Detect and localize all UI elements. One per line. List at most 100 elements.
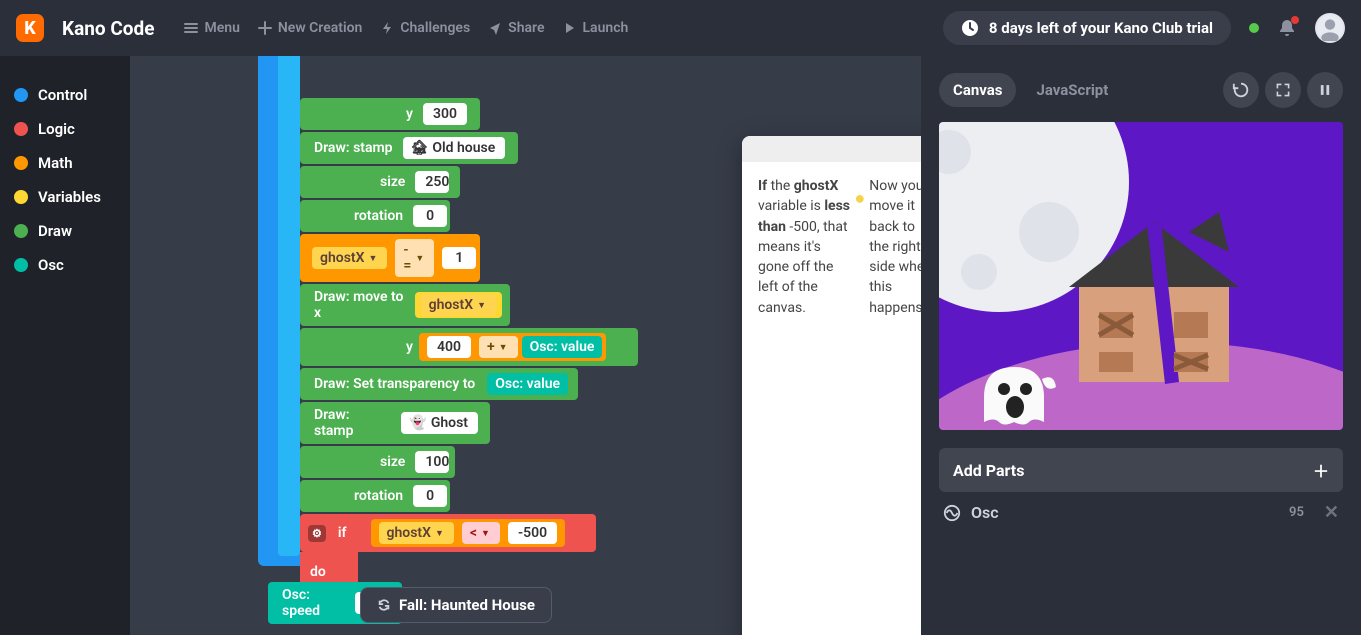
block-draw-rotation[interactable]: rotation 0: [300, 200, 450, 232]
preview-tabs: Canvas JavaScript: [939, 72, 1343, 108]
block-logic-if[interactable]: ⚙ if ghostX ▼ < ▼ -500 do: [300, 514, 596, 552]
op-plus-dropdown[interactable]: + ▼: [479, 336, 518, 358]
block-label-do: do: [310, 564, 326, 580]
sidebar-item-label: Logic: [38, 120, 75, 138]
stamp-oldhouse-dropdown[interactable]: 🏚 Old house: [403, 137, 506, 159]
category-sidebar: Control Logic Math Variables Draw Osc: [0, 56, 130, 635]
block-draw-size2[interactable]: size 100: [300, 446, 455, 478]
block-osc-value[interactable]: Osc: value: [487, 373, 568, 395]
bullet-icon: [14, 224, 28, 238]
control-cblock[interactable]: [258, 56, 300, 566]
var-ghostx-dropdown[interactable]: ghostX ▼: [379, 522, 454, 544]
tip-paragraph-1: If the ghostX variable is less than -500…: [758, 176, 854, 635]
notification-badge: [1291, 16, 1299, 24]
gear-icon[interactable]: ⚙: [308, 525, 326, 542]
tutorial-tip: If the ghostX variable is less than -500…: [742, 136, 921, 635]
bolt-icon: [380, 21, 394, 35]
block-draw-rotation2[interactable]: rotation 0: [300, 480, 450, 512]
var-ghostx-dropdown[interactable]: ghostX ▼: [421, 294, 496, 316]
canvas-preview: [939, 122, 1343, 430]
challenges-button[interactable]: Challenges: [380, 20, 470, 36]
block-draw-movetox[interactable]: Draw: move to x ghostX ▼: [300, 284, 510, 326]
sparkle-icon: [258, 21, 272, 35]
sidebar-item-label: Math: [38, 154, 73, 172]
sidebar-item-osc[interactable]: Osc: [0, 248, 130, 282]
field-one[interactable]: 1: [442, 247, 476, 269]
delete-part-button[interactable]: ✕: [1324, 502, 1339, 523]
field-y-300[interactable]: 300: [423, 103, 467, 125]
op-dropdown[interactable]: -= ▼: [395, 239, 434, 277]
clock-icon: [961, 19, 979, 37]
sidebar-item-variables[interactable]: Variables: [0, 180, 130, 214]
share-button[interactable]: Share: [488, 20, 544, 36]
block-draw-size[interactable]: size 250: [300, 166, 460, 198]
project-name-pill[interactable]: Fall: Haunted House: [360, 587, 552, 623]
field-400[interactable]: 400: [427, 336, 471, 358]
new-creation-button[interactable]: New Creation: [258, 20, 362, 36]
sidebar-item-label: Osc: [38, 256, 64, 274]
notifications-button[interactable]: [1277, 18, 1297, 38]
block-label: Draw: Set transparency to: [308, 376, 481, 392]
osc-icon: [943, 504, 961, 522]
add-parts-button[interactable]: Add Parts ＋: [939, 448, 1343, 492]
block-draw-y[interactable]: y 300: [300, 98, 480, 130]
block-osc-value[interactable]: Osc: value: [522, 336, 603, 358]
block-label: y: [400, 106, 419, 122]
field-rot-0b[interactable]: 0: [413, 485, 447, 507]
op-lt-dropdown[interactable]: < ▼: [462, 522, 500, 544]
field-rot-0[interactable]: 0: [413, 205, 447, 227]
pause-button[interactable]: [1307, 72, 1343, 108]
app-name: Kano Code: [62, 17, 154, 40]
restart-button[interactable]: [1223, 72, 1259, 108]
block-draw-y2[interactable]: y 400 + ▼ Osc: value: [300, 328, 638, 366]
app-logo: K: [16, 14, 44, 42]
sidebar-item-label: Control: [38, 86, 87, 104]
field-size-100[interactable]: 100: [415, 451, 449, 473]
connection-status-dot: [1249, 23, 1259, 33]
sidebar-item-draw[interactable]: Draw: [0, 214, 130, 248]
block-label: rotation: [348, 488, 409, 504]
slot-math-add[interactable]: 400 + ▼ Osc: value: [419, 333, 606, 361]
trial-pill[interactable]: 8 days left of your Kano Club trial: [943, 11, 1231, 45]
field-neg500[interactable]: -500: [508, 522, 557, 544]
sidebar-item-math[interactable]: Math: [0, 146, 130, 180]
launch-button[interactable]: Launch: [562, 20, 628, 36]
fullscreen-button[interactable]: [1265, 72, 1301, 108]
block-math-ghostx-dec[interactable]: ghostX ▼ -= ▼ 1: [300, 234, 480, 282]
new-creation-label: New Creation: [278, 20, 362, 36]
block-label: size: [374, 174, 411, 190]
block-label: Draw: move to x: [308, 289, 415, 321]
refresh-icon: [377, 598, 391, 612]
part-count: 95: [1289, 505, 1304, 520]
block-draw-transparency[interactable]: Draw: Set transparency to Osc: value: [300, 368, 578, 400]
hamburger-icon: [184, 21, 198, 35]
tip-paragraph-2: Now you'll move it back to the right sid…: [869, 176, 921, 635]
block-label: Osc: speed: [276, 587, 351, 619]
add-parts-label: Add Parts: [953, 461, 1024, 480]
bullet-icon: [14, 156, 28, 170]
topbar: K Kano Code Menu New Creation Challenges…: [0, 0, 1361, 56]
tab-javascript[interactable]: JavaScript: [1022, 73, 1122, 107]
menu-button[interactable]: Menu: [184, 20, 239, 36]
play-icon: [562, 21, 576, 35]
project-name-label: Fall: Haunted House: [399, 596, 535, 614]
trial-text: 8 days left of your Kano Club trial: [989, 19, 1213, 37]
field-size-250[interactable]: 250: [415, 171, 449, 193]
block-draw-stamp-oldhouse[interactable]: Draw: stamp 🏚 Old house: [300, 132, 518, 164]
var-ghostx-dropdown[interactable]: ghostX ▼: [312, 247, 387, 269]
slot-compare[interactable]: ghostX ▼ < ▼ -500: [371, 519, 566, 547]
sidebar-item-control[interactable]: Control: [0, 78, 130, 112]
challenges-label: Challenges: [400, 20, 470, 36]
sidebar-item-label: Draw: [38, 222, 72, 240]
avatar[interactable]: [1315, 13, 1345, 43]
tip-progress-dots: ●: [854, 186, 869, 635]
plus-icon: ＋: [1313, 458, 1329, 482]
right-panel: Canvas JavaScript: [921, 56, 1361, 635]
slot-ghostx: ghostX ▼: [415, 292, 502, 318]
block-editor[interactable]: y 300 Draw: stamp 🏚 Old house size 250 r…: [130, 56, 921, 635]
sidebar-item-logic[interactable]: Logic: [0, 112, 130, 146]
part-row-osc[interactable]: Osc 95 ✕: [939, 492, 1343, 533]
stamp-ghost-dropdown[interactable]: 👻 Ghost: [401, 412, 478, 434]
block-draw-stamp-ghost[interactable]: Draw: stamp 👻 Ghost: [300, 402, 490, 444]
tab-canvas[interactable]: Canvas: [939, 73, 1016, 107]
